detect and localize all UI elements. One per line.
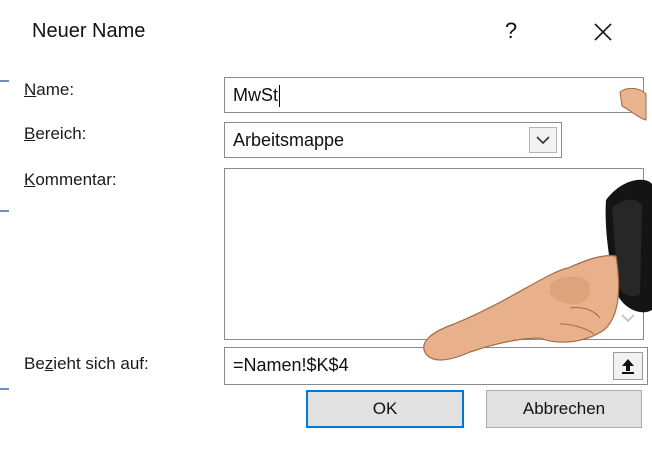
scope-dropdown-button[interactable] [529, 127, 557, 153]
scroll-down-icon[interactable] [619, 311, 637, 325]
refers-to-label-text: ieht sich auf: [53, 354, 149, 373]
collapse-dialog-button[interactable] [613, 352, 643, 380]
collapse-dialog-icon [622, 359, 634, 374]
scope-label-text: ereich: [35, 124, 87, 143]
close-icon [594, 23, 612, 41]
scope-label: Bereich: [24, 124, 86, 144]
comment-label-accelerator: K [24, 170, 36, 189]
dialog-title: Neuer Name [32, 20, 146, 42]
comment-label: Kommentar: [24, 170, 117, 190]
scope-select[interactable]: Arbeitsmappe [224, 122, 562, 158]
dialog-titlebar: Neuer Name ? [10, 0, 652, 62]
refers-to-label-prefix: Be [24, 354, 45, 373]
comment-scrollbar[interactable] [613, 169, 643, 339]
new-name-dialog: Neuer Name ? Name: MwSt Bereich: Arbeits… [10, 0, 652, 449]
comment-textarea[interactable] [224, 168, 644, 340]
name-input[interactable]: MwSt [224, 77, 644, 113]
help-button[interactable]: ? [498, 16, 524, 46]
name-value-text: MwSt [233, 85, 278, 105]
excel-row-marker [0, 80, 9, 82]
excel-row-marker [0, 210, 9, 212]
cancel-button[interactable]: Abbrechen [486, 390, 642, 428]
scroll-up-icon[interactable] [619, 183, 637, 197]
close-button[interactable] [586, 16, 620, 48]
name-label: Name: [24, 80, 74, 100]
scope-label-accelerator: B [24, 124, 36, 143]
ok-button[interactable]: OK [306, 390, 464, 428]
chevron-down-icon [536, 136, 550, 145]
refers-to-label: Bezieht sich auf: [24, 354, 149, 374]
name-input-value: MwSt [233, 78, 280, 112]
excel-row-marker [0, 388, 9, 390]
refers-to-input[interactable]: =Namen!$K$4 [224, 347, 648, 385]
comment-label-text: ommentar: [35, 170, 117, 189]
scope-select-value: Arbeitsmappe [233, 130, 345, 150]
name-label-text: ame: [36, 80, 75, 99]
text-caret [279, 85, 280, 108]
name-label-accelerator: N [24, 80, 37, 99]
refers-to-input-value: =Namen!$K$4 [233, 355, 349, 375]
